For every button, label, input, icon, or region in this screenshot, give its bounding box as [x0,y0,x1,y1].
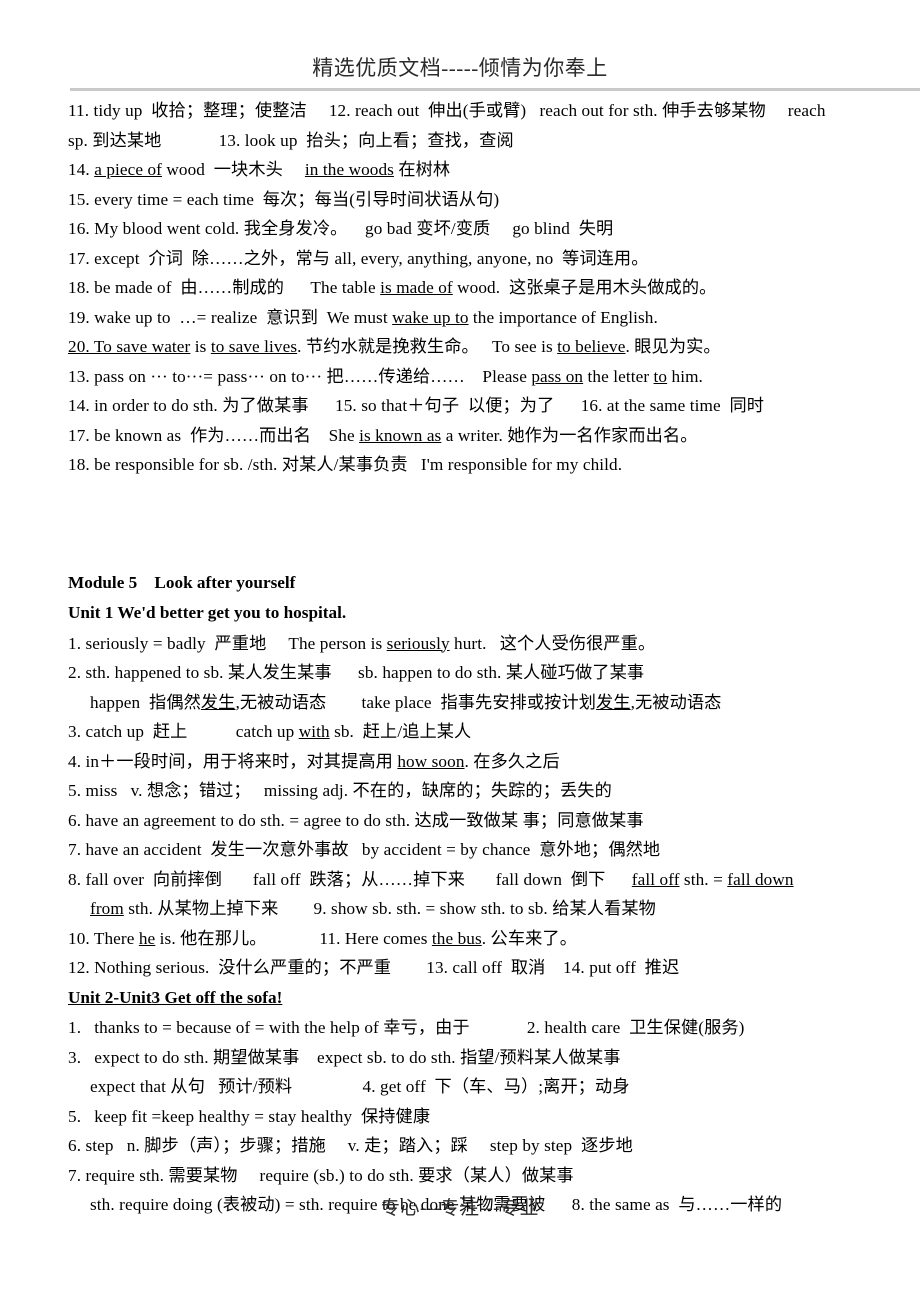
underlined-phrase: to save lives [210,337,298,356]
line-part: 14. [68,160,95,179]
page-footer: 专心---专注---专业 [381,1198,539,1219]
line-part: the importance of English. [468,307,658,327]
line-part: wood 一块木头 [161,160,305,179]
underlined-phrase: how soon [397,751,465,771]
line-part: sth. = [679,869,728,889]
unit1-title-row: Unit 1 We'd better get you to hospital. [68,598,920,629]
text-line-13b: 13. pass on ··· to···= pass··· on to··· … [68,362,920,392]
text-line-m5-5: 5. miss v. 想念；错过； missing adj. 不在的，缺席的；失… [68,781,612,800]
text-line-u2-6: 6. step n. 脚步（声）；步骤；措施 v. 走；踏入；踩 step by… [68,1136,633,1155]
text-line-m5-4: 4. in＋一段时间，用于将来时，对其提高用 how soon. 在多久之后 [68,747,920,777]
unit1-title: Unit 1 We'd better get you to hospital. [68,603,347,622]
unit2-title: Unit 2-Unit3 Get off the sofa! [68,987,283,1007]
text-line-15: 15. every time = each time 每次；每当(引导时间状语从… [68,189,500,209]
document-body: 11. tidy up 收拾；整理；使整洁 12. reach out 伸出(手… [68,96,920,1220]
line-part: wood. 这张桌子是用木头做成的。 [452,278,717,297]
line-part: 4. in＋一段时间，用于将来时，对其提高用 [68,751,398,771]
text-line-m5-1: 1. seriously = badly 严重地 The person is s… [68,629,920,659]
underlined-phrase: to [653,366,668,386]
line-part: . 节约水就是挽救生命。 To see is [297,337,558,356]
text-line-m5-10: 10. There he is. 他在那儿。 11. Here comes th… [68,924,920,954]
underlined-phrase: to believe [557,337,626,356]
text-line-u2-3b: expect that 从句 预计/预料 4. get off 下（车、马）;离… [90,1077,630,1096]
module-title: Module 5 Look after yourself [68,572,296,592]
line-part: 1. seriously = badly 严重地 The person is [68,633,387,653]
underlined-phrase: with [298,722,330,741]
text-line-14b: 14. in order to do sth. 为了做某事 15. so tha… [68,396,765,415]
line-part: a writer. 她作为一名作家而出名。 [441,425,698,445]
text-line-m5-12: 12. Nothing serious. 没什么严重的；不严重 13. call… [68,958,680,977]
line-part: 13. pass on ··· to···= pass··· on to··· … [68,366,532,386]
text-line-17b: 17. be known as 作为……而出名 She is known as … [68,421,920,451]
text-line-17: 17. except 介词 除……之外，常与 all, every, anyth… [68,248,649,268]
text-line-u2-5: 5. keep fit =keep healthy = stay healthy… [68,1106,431,1126]
header-divider [70,88,920,91]
text-line-m5-8: 8. fall over 向前摔倒 fall off 跌落；从……掉下来 fal… [68,865,920,895]
text-line: sp. 到达某地 13. look up 抬头；向上看；查找，查阅 [68,130,514,150]
line-part: 19. wake up to …= realize 意识到 We must [68,307,393,327]
underlined-phrase: 20. To save water [68,337,191,356]
line-part: is [190,337,211,356]
line-part: hurt. 这个人受伤很严重。 [449,633,656,653]
line-part: 8. fall over 向前摔倒 fall off 跌落；从……掉下来 fal… [68,869,632,889]
text-line: 11. tidy up 收拾；整理；使整洁 12. reach out 伸出(手… [68,101,826,120]
line-part: sb. 赶上/追上某人 [329,722,472,741]
underlined-phrase: seriously [386,633,450,653]
line-part: 在树林 [393,160,451,179]
text-line-u2-7: 7. require sth. 需要某物 require (sb.) to do… [68,1165,574,1185]
underlined-phrase: 发生 [596,692,631,712]
underlined-phrase: pass on [531,366,584,386]
document-page: 精选优质文档-----倾情为你奉上 11. tidy up 收拾；整理；使整洁 … [0,0,920,1302]
underlined-phrase: from [90,899,124,918]
line-part: the letter [583,366,654,386]
text-line-m5-6: 6. have an agreement to do sth. = agree … [68,810,644,830]
text-line-m5-2: 2. sth. happened to sb. 某人发生某事 sb. happe… [68,663,645,682]
underlined-phrase: fall down [727,869,794,889]
line-part: is. 他在那儿。 11. Here comes [155,928,432,948]
underlined-phrase: is known as [359,425,442,445]
text-line-u2-1: 1. thanks to = because of = with the hel… [68,1018,745,1037]
line-part: . 眼见为实。 [625,337,721,356]
line-part: him. [667,366,703,386]
line-part: 18. be made of 由……制成的 The table [68,278,381,297]
line-part: . 公车来了。 [481,928,577,948]
underlined-phrase: in the woods [304,160,394,179]
page-header: 精选优质文档-----倾情为你奉上 [312,56,608,80]
underlined-phrase: he [138,928,156,948]
underlined-phrase: the bus [431,928,482,948]
line-part: happen 指偶然 [90,692,201,712]
text-line-16: 16. My blood went cold. 我全身发冷。 go bad 变坏… [68,219,614,238]
underlined-phrase: wake up to [392,307,469,327]
line-part: ,无被动语态 take place 指事先安排或按计划 [235,692,597,712]
line-part: ,无被动语态 [630,692,722,712]
text-line-14: 14. a piece of wood 一块木头 in the woods 在树… [68,155,920,185]
line-part: sth. 从某物上掉下来 9. show sb. sth. = show sth… [123,899,656,918]
text-line-18b: 18. be responsible for sb. /sth. 对某人/某事负… [68,455,623,474]
text-line-u2-3: 3. expect to do sth. 期望做某事 expect sb. to… [68,1047,621,1067]
line-part: 17. be known as 作为……而出名 She [68,425,360,445]
text-line-m5-7: 7. have an accident 发生一次意外事故 by accident… [68,840,661,859]
text-line-m5-8b: from sth. 从某物上掉下来 9. show sb. sth. = sho… [68,894,920,924]
module-title-row: Module 5 Look after yourself [68,568,920,599]
underlined-phrase: a piece of [94,160,162,179]
underlined-phrase: fall off [631,869,680,889]
line-part: 3. catch up 赶上 catch up [68,722,299,741]
text-line-m5-2b: happen 指偶然发生,无被动语态 take place 指事先安排或按计划发… [68,688,920,718]
underlined-phrase: 发生 [200,692,236,712]
line-part: 10. There [68,928,139,948]
text-line-19: 19. wake up to …= realize 意识到 We must wa… [68,303,920,333]
text-line-m5-3: 3. catch up 赶上 catch up with sb. 赶上/追上某人 [68,717,920,747]
unit2-title-row: Unit 2-Unit3 Get off the sofa! [68,983,920,1014]
text-line-20: 20. To save water is to save lives. 节约水就… [68,332,920,362]
underlined-phrase: is made of [380,278,453,297]
line-part: . 在多久之后 [464,751,560,771]
text-line-18: 18. be made of 由……制成的 The table is made … [68,273,920,303]
